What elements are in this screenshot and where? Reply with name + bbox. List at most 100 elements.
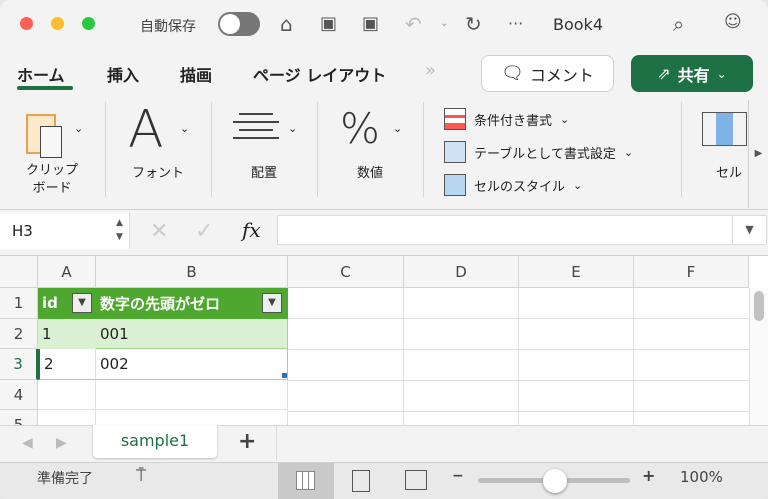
alignment-icon[interactable] xyxy=(233,113,279,139)
accessibility-icon[interactable]: ⍑ xyxy=(136,466,146,486)
number-group-label[interactable]: 数値 xyxy=(330,162,410,181)
search-icon[interactable]: ⌕ xyxy=(673,12,684,36)
filter-dropdown-icon[interactable]: ▼ xyxy=(262,293,282,313)
column-header-e[interactable]: E xyxy=(519,256,634,288)
row-header-1[interactable]: 1 xyxy=(0,288,38,319)
spreadsheet-grid[interactable]: A B C D E F 1 2 3 4 5 id ▼ 数字の先頭がゼロ ▼ 1 00… xyxy=(0,256,768,426)
row-header-5[interactable]: 5 xyxy=(0,410,38,426)
collaborate-icon[interactable]: ☺ xyxy=(724,12,742,32)
column-header-d[interactable]: D xyxy=(404,256,519,288)
name-box[interactable]: H3 ▲ ▼ xyxy=(0,213,130,249)
alignment-group-label[interactable]: 配置 xyxy=(224,162,304,181)
font-group-label[interactable]: フォント xyxy=(118,162,198,181)
empty-cells[interactable] xyxy=(288,288,749,426)
cell-styles-button[interactable]: セルのスタイル ⌄ xyxy=(444,174,582,196)
chevron-down-icon[interactable]: ⌄ xyxy=(74,122,83,135)
format-as-table-button[interactable]: テーブルとして書式設定 ⌄ xyxy=(444,141,633,163)
chevron-down-icon: ⌄ xyxy=(716,66,727,81)
empty-cells[interactable] xyxy=(38,380,288,426)
comment-icon: 🗨 xyxy=(501,63,524,84)
tab-insert[interactable]: 挿入 xyxy=(107,62,139,86)
tab-home[interactable]: ホーム xyxy=(17,62,65,86)
zoom-level[interactable]: 100% xyxy=(680,468,723,486)
tab-draw[interactable]: 描画 xyxy=(180,62,212,86)
save-as-icon[interactable]: ▣ xyxy=(362,13,379,34)
column-header-f[interactable]: F xyxy=(634,256,749,288)
zoom-in-button[interactable]: + xyxy=(642,466,655,485)
format-as-table-label: テーブルとして書式設定 xyxy=(474,146,616,162)
more-tabs-icon[interactable]: » xyxy=(425,60,436,81)
table-cell[interactable]: 002 xyxy=(96,349,288,380)
column-header-c[interactable]: C xyxy=(288,256,404,288)
undo-dropdown-icon[interactable]: ⌄ xyxy=(440,18,448,29)
ribbon: ⌄ クリップ ボード xyxy=(0,100,768,210)
zoom-slider-thumb[interactable] xyxy=(543,469,567,493)
save-icon[interactable]: ▣ xyxy=(320,13,337,34)
font-icon[interactable]: A xyxy=(128,100,164,160)
redo-icon[interactable]: ↻ xyxy=(465,12,482,36)
cells-icon[interactable] xyxy=(702,112,747,146)
active-tab-indicator xyxy=(17,86,73,90)
row-header-3[interactable]: 3 xyxy=(0,349,38,380)
sheet-tab-bar: ◀ ▶ sample1 + xyxy=(0,425,768,462)
sheet-tab-sample1[interactable]: sample1 xyxy=(93,425,217,458)
table-cell[interactable]: 1 xyxy=(38,319,96,349)
table-resize-handle[interactable] xyxy=(282,373,287,378)
row-header-2[interactable]: 2 xyxy=(0,319,38,349)
document-title: Book4 xyxy=(553,15,603,34)
tab-page-layout[interactable]: ページ レイアウト xyxy=(253,62,386,86)
ribbon-scroll-right-icon[interactable]: ▶ xyxy=(748,100,768,208)
zoom-out-button[interactable]: − xyxy=(452,468,464,484)
cancel-icon[interactable]: ✕ xyxy=(150,219,168,244)
cells-group-label[interactable]: セル xyxy=(716,162,742,181)
home-icon[interactable]: ⌂ xyxy=(280,12,293,36)
name-box-value: H3 xyxy=(12,222,33,240)
page-layout-view-icon[interactable] xyxy=(352,470,370,492)
comment-button[interactable]: 🗨 コメント xyxy=(481,55,614,92)
zoom-window-button[interactable] xyxy=(82,17,95,30)
undo-icon[interactable]: ↶ xyxy=(405,12,422,36)
select-all-button[interactable] xyxy=(0,256,38,288)
add-sheet-button[interactable]: + xyxy=(238,429,256,454)
table-cell[interactable]: 001 xyxy=(96,319,288,349)
row-header-4[interactable]: 4 xyxy=(0,380,38,410)
percent-icon[interactable]: % xyxy=(340,104,380,153)
chevron-down-icon[interactable]: ⌄ xyxy=(180,122,189,135)
prev-sheet-icon[interactable]: ◀ xyxy=(22,435,33,451)
chevron-down-icon[interactable]: ⌄ xyxy=(288,122,297,135)
close-window-button[interactable] xyxy=(20,17,33,30)
formula-bar: H3 ▲ ▼ ✕ ✓ fx ▼ xyxy=(0,209,768,256)
autosave-label: 自動保存 xyxy=(140,19,196,35)
enter-icon[interactable]: ✓ xyxy=(195,219,213,244)
page-break-view-icon[interactable] xyxy=(405,470,427,490)
cell-styles-icon xyxy=(444,174,466,196)
grid-view-icon xyxy=(296,471,315,490)
scrollbar-thumb[interactable] xyxy=(754,291,764,321)
paste-icon[interactable] xyxy=(24,110,68,162)
format-as-table-icon xyxy=(444,141,466,163)
share-icon: ⇗ xyxy=(657,64,671,83)
formula-input[interactable]: ▼ xyxy=(277,215,767,245)
more-icon[interactable]: ··· xyxy=(508,14,523,33)
conditional-format-icon xyxy=(444,108,466,130)
next-sheet-icon[interactable]: ▶ xyxy=(56,435,67,451)
column-header-a[interactable]: A xyxy=(38,256,96,288)
share-button[interactable]: ⇗ 共有 ⌄ xyxy=(631,55,753,92)
insert-function-button[interactable]: fx xyxy=(242,218,261,242)
autosave-toggle[interactable] xyxy=(218,12,260,36)
normal-view-button[interactable] xyxy=(278,463,334,499)
table-cell[interactable]: 2 xyxy=(38,349,96,380)
clipboard-group[interactable]: クリップ ボード xyxy=(14,162,90,198)
conditional-format-button[interactable]: 条件付き書式 ⌄ xyxy=(444,108,569,130)
chevron-down-icon[interactable]: ⌄ xyxy=(393,122,402,135)
formula-expand-icon[interactable]: ▼ xyxy=(732,216,766,244)
filter-dropdown-icon[interactable]: ▼ xyxy=(72,293,92,313)
table-header-cell[interactable]: id ▼ xyxy=(38,288,96,319)
comment-label: コメント xyxy=(529,65,594,85)
column-header-b[interactable]: B xyxy=(96,256,288,288)
table-header-cell[interactable]: 数字の先頭がゼロ ▼ xyxy=(96,288,288,319)
minimize-window-button[interactable] xyxy=(51,17,64,30)
vertical-scrollbar[interactable] xyxy=(749,288,768,426)
name-box-stepper-icon[interactable]: ▲ ▼ xyxy=(116,216,123,244)
share-label: 共有 xyxy=(677,65,710,85)
